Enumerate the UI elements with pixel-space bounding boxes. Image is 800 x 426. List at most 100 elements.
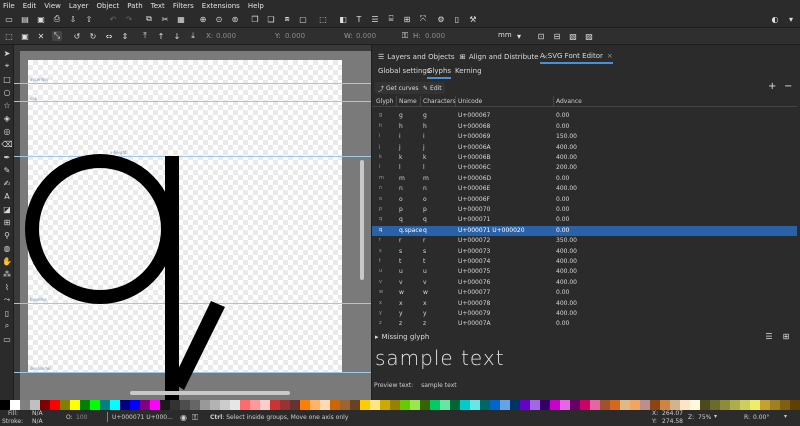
opacity-input[interactable]: 100 <box>76 414 87 421</box>
color-palette[interactable] <box>0 400 800 410</box>
eraser-tool-icon[interactable]: ⌫ <box>1 139 12 149</box>
lower-icon[interactable]: ↓ <box>172 31 182 41</box>
table-row[interactable]: n n n U+00006E 400.00 <box>372 184 797 194</box>
menu-edit[interactable]: Edit <box>23 2 37 10</box>
raise-top-icon[interactable]: ⤒ <box>140 31 150 41</box>
paste-icon[interactable]: ▦ <box>176 14 186 24</box>
name-cell[interactable]: m <box>399 175 405 182</box>
tab-kerning[interactable]: Kerning <box>455 67 482 79</box>
fill-value[interactable]: N/A <box>32 410 43 417</box>
chevron-down-icon[interactable]: ▾ <box>514 31 524 41</box>
duplicate-icon[interactable]: ❐ <box>250 14 260 24</box>
add-glyph-button[interactable]: + <box>768 81 776 92</box>
group-icon[interactable]: ▢ <box>298 14 308 24</box>
x-input[interactable]: 0.000 <box>216 32 236 40</box>
color-swatch[interactable] <box>40 400 50 410</box>
snap-toggle-icon[interactable]: ◐ <box>770 14 780 24</box>
color-swatch[interactable] <box>490 400 500 410</box>
text-font-icon[interactable]: T <box>354 14 364 24</box>
touch-select-icon[interactable]: ⤡ <box>52 31 62 41</box>
calligraphy-tool-icon[interactable]: ✍ <box>2 178 12 188</box>
table-row[interactable]: s s s U+000073 400.00 <box>372 247 797 257</box>
table-row[interactable]: x x x U+000078 400.00 <box>372 299 797 309</box>
column-characters[interactable]: Characters <box>423 98 456 105</box>
name-cell[interactable]: r <box>399 237 401 244</box>
color-swatch[interactable] <box>370 400 380 410</box>
color-swatch[interactable] <box>80 400 90 410</box>
tools-icon[interactable]: ⚒ <box>468 14 478 24</box>
color-swatch[interactable] <box>600 400 610 410</box>
document-properties-icon[interactable]: ▯ <box>452 14 462 24</box>
color-swatch[interactable] <box>630 400 640 410</box>
color-swatch[interactable] <box>510 400 520 410</box>
advance-cell[interactable]: 0.00 <box>556 196 569 203</box>
scale-corners-icon[interactable]: ⊟ <box>552 31 562 41</box>
redo-icon[interactable]: ↷ <box>124 14 134 24</box>
name-cell[interactable]: j <box>399 144 401 151</box>
paint-bucket-tool-icon[interactable]: ◍ <box>2 243 12 253</box>
table-row[interactable]: l l l U+00006C 200.00 <box>372 163 797 173</box>
advance-cell[interactable]: 150.00 <box>556 133 577 140</box>
color-swatch[interactable] <box>550 400 560 410</box>
color-swatch[interactable] <box>190 400 200 410</box>
advance-cell[interactable]: 400.00 <box>556 258 577 265</box>
advance-cell[interactable]: 0.00 <box>556 107 569 109</box>
color-swatch[interactable] <box>220 400 230 410</box>
tab-svg-font-editor[interactable]: A SVG Font Editor × <box>540 50 613 64</box>
color-swatch[interactable] <box>360 400 370 410</box>
table-row[interactable]: u u u U+000075 400.00 <box>372 267 797 277</box>
name-cell[interactable]: k <box>399 154 402 161</box>
color-swatch[interactable] <box>560 400 570 410</box>
preferences-icon[interactable]: ⚙ <box>436 14 446 24</box>
flip-vertical-icon[interactable]: ⇕ <box>120 31 130 41</box>
table-row[interactable]: g g g U+000067 0.00 <box>372 111 797 121</box>
column-unicode[interactable]: Unicode <box>458 98 482 105</box>
color-swatch[interactable] <box>310 400 320 410</box>
pencil-tool-icon[interactable]: ✎ <box>2 165 12 175</box>
menu-path[interactable]: Path <box>127 2 142 10</box>
lpe-tool-icon[interactable]: ⌇ <box>2 282 12 292</box>
color-swatch[interactable] <box>20 400 30 410</box>
clone-icon[interactable]: ❏ <box>266 14 276 24</box>
color-swatch[interactable] <box>440 400 450 410</box>
color-swatch[interactable] <box>140 400 150 410</box>
text-tool-icon[interactable]: A <box>2 191 12 201</box>
table-row[interactable]: i i i U+000069 150.00 <box>372 132 797 142</box>
color-swatch[interactable] <box>530 400 540 410</box>
color-swatch[interactable] <box>460 400 470 410</box>
color-swatch[interactable] <box>780 400 790 410</box>
color-swatch[interactable] <box>720 400 730 410</box>
align-icon[interactable]: ⊞ <box>402 14 412 24</box>
table-row[interactable]: h h h U+000068 0.00 <box>372 122 797 132</box>
table-row[interactable]: w w w U+000077 0.00 <box>372 288 797 298</box>
table-row[interactable]: p p p U+000070 0.00 <box>372 205 797 215</box>
w-input[interactable]: 0.000 <box>356 32 376 40</box>
preview-text-input[interactable]: sample text <box>421 382 457 389</box>
color-swatch[interactable] <box>610 400 620 410</box>
color-swatch[interactable] <box>0 400 10 410</box>
dropper-tool-icon[interactable]: ⚲ <box>2 230 12 240</box>
list-view-icon[interactable]: ☰ <box>764 331 774 341</box>
color-swatch[interactable] <box>420 400 430 410</box>
advance-cell[interactable]: 0.00 <box>556 216 569 223</box>
name-cell[interactable]: z <box>399 320 402 327</box>
color-swatch[interactable] <box>210 400 220 410</box>
current-layer-select[interactable]: U+000071 U+000... <box>112 414 173 421</box>
name-cell[interactable]: l <box>399 164 401 171</box>
name-cell[interactable]: p <box>399 206 403 213</box>
color-swatch[interactable] <box>150 400 160 410</box>
advance-cell[interactable]: 400.00 <box>556 279 577 286</box>
rotation-input[interactable]: 0.00° <box>753 414 769 421</box>
advance-cell[interactable]: 400.00 <box>556 300 577 307</box>
color-swatch[interactable] <box>450 400 460 410</box>
color-swatch[interactable] <box>380 400 390 410</box>
advance-cell[interactable]: 200.00 <box>556 164 577 171</box>
3d-box-tool-icon[interactable]: ◈ <box>2 113 12 123</box>
raise-icon[interactable]: ↑ <box>156 31 166 41</box>
table-row[interactable]: z z z U+00007A 0.00 <box>372 319 797 327</box>
ellipse-tool-icon[interactable]: ○ <box>2 87 12 97</box>
color-swatch[interactable] <box>730 400 740 410</box>
menu-file[interactable]: File <box>3 2 15 10</box>
tab-global-settings[interactable]: Global settings <box>378 67 430 79</box>
get-curves-button[interactable]: ⤴ Get curves <box>375 82 422 94</box>
